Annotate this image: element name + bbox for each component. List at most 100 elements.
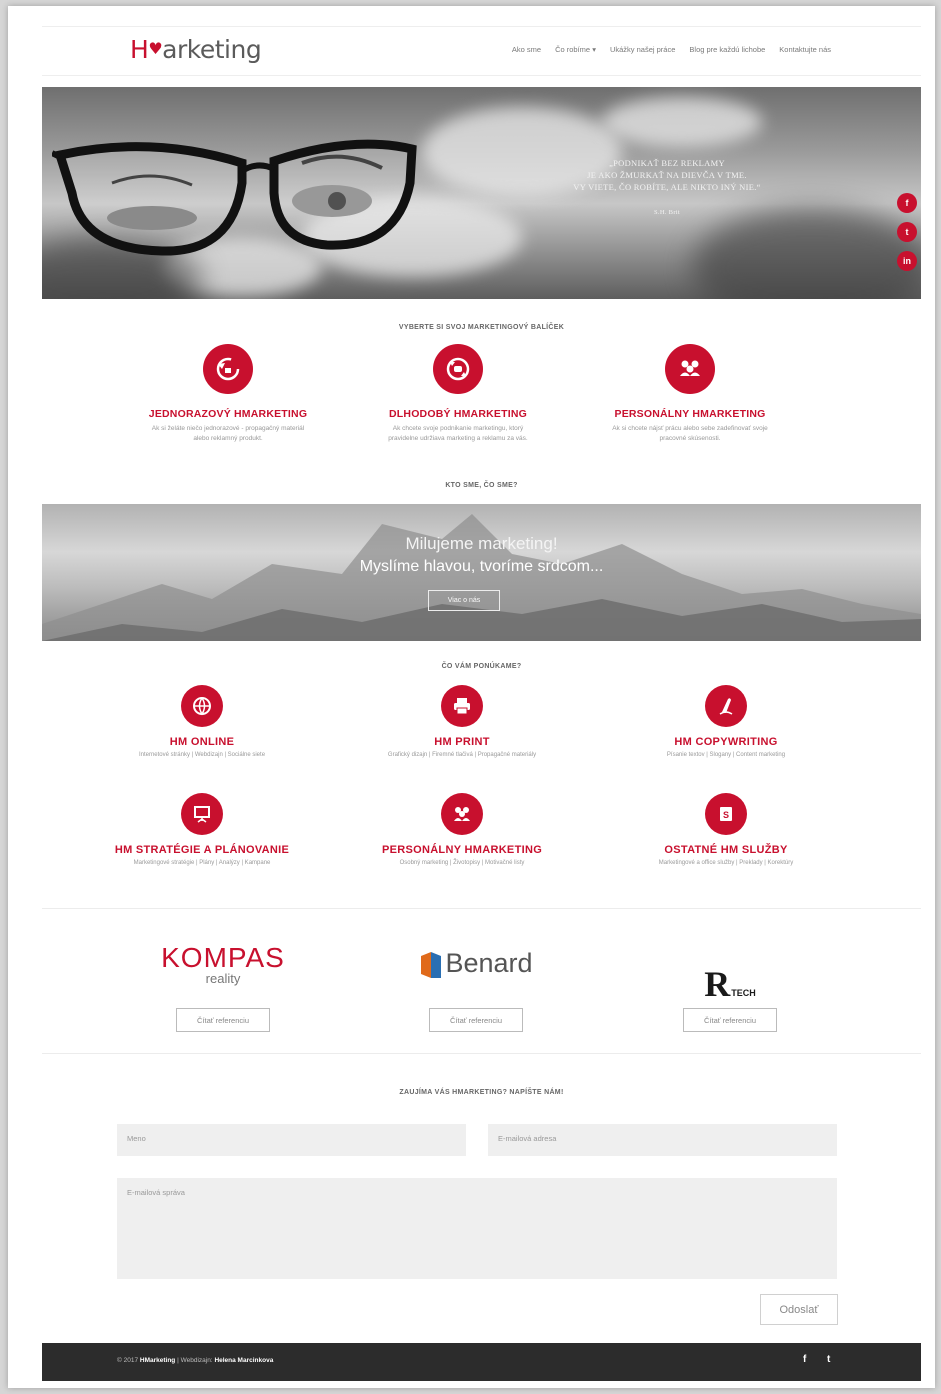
- packages-heading: VYBERTE SI SVOJ MARKETINGOVÝ BALÍČEK: [398, 324, 565, 331]
- refresh-icon: [203, 344, 253, 394]
- benard-logo-text: Benard: [445, 948, 533, 978]
- page-inner: H♥arketing Ako sme Čo robíme ▾ Ukážky na…: [42, 6, 921, 1388]
- service-desc: Písanie textov | Slogany | Content marke…: [666, 752, 786, 758]
- cycle-icon: [433, 344, 483, 394]
- site-logo[interactable]: H♥arketing: [130, 35, 262, 64]
- package-title: JEDNORAZOVÝ HMARKETING: [148, 408, 308, 420]
- contact-heading: ZAUJÍMA VÁS HMARKETING? NAPÍŠTE NÁM!: [399, 1089, 564, 1096]
- service-card[interactable]: PERSONÁLNY HMARKETING Osobný marketing |…: [332, 793, 592, 866]
- presentation-icon: [181, 793, 223, 835]
- globe-icon: [181, 685, 223, 727]
- service-desc: Internetové stránky | Webdizajn | Sociál…: [138, 752, 266, 758]
- service-desc: Marketingové stratégie | Plány | Analýzy…: [133, 860, 271, 866]
- chevron-down-icon: ▾: [592, 45, 596, 54]
- client-card: R TECH Čítať referenciu: [630, 942, 830, 1032]
- service-title: HM STRATÉGIE A PLÁNOVANIE: [114, 844, 290, 856]
- service-title: HM COPYWRITING: [674, 736, 778, 748]
- package-desc: Ak si chcete nájsť prácu alebo sebe zade…: [612, 425, 768, 442]
- service-title: OSTATNÉ HM SLUŽBY: [664, 844, 788, 856]
- printer-icon: [441, 685, 483, 727]
- hero-banner: „Podnikať bez reklamy je ako žmurkať na …: [42, 87, 921, 299]
- rtech-logo-letter: R: [704, 964, 731, 1004]
- package-card[interactable]: JEDNORAZOVÝ HMARKETING Ak si želáte nieč…: [128, 344, 328, 444]
- read-reference-button[interactable]: Čítať referenciu: [176, 1008, 270, 1032]
- service-title: HM PRINT: [434, 736, 490, 748]
- footer-copyright: © 2017 HMarketing | Webdizajn: Helena Ma…: [117, 1357, 273, 1364]
- footer-separator: | Webdizajn:: [175, 1357, 215, 1364]
- about-more-button[interactable]: Viac o nás: [428, 590, 500, 611]
- service-card[interactable]: HM STRATÉGIE A PLÁNOVANIE Marketingové s…: [72, 793, 332, 866]
- divider: [42, 908, 921, 909]
- services-heading: ČO VÁM PONÚKAME?: [441, 663, 522, 670]
- service-card[interactable]: S OSTATNÉ HM SLUŽBY Marketingové a offic…: [596, 793, 856, 866]
- pen-icon: [705, 685, 747, 727]
- cloud-shadow: [692, 207, 921, 299]
- service-desc: Marketingové a office služby | Preklady …: [658, 860, 794, 866]
- logo-letter-h: H: [130, 35, 149, 64]
- about-line-1: Milujeme marketing!: [405, 534, 558, 553]
- facebook-icon[interactable]: f: [897, 193, 917, 213]
- package-card[interactable]: PERSONÁLNY HMARKETING Ak si chcete nájsť…: [590, 344, 790, 444]
- copyright-text: © 2017: [117, 1357, 140, 1364]
- service-card[interactable]: HM COPYWRITING Písanie textov | Slogany …: [596, 685, 856, 758]
- logo-text: arketing: [162, 35, 262, 64]
- divider: [42, 1053, 921, 1054]
- nav-item-portfolio[interactable]: Ukážky našej práce: [610, 45, 675, 54]
- package-desc: Ak chcete svoje podnikanie marketingu, k…: [388, 425, 528, 442]
- kompas-logo-text: KOMPAS: [161, 942, 285, 973]
- site-header: H♥arketing Ako sme Čo robíme ▾ Ukážky na…: [42, 26, 921, 76]
- name-field[interactable]: Meno: [117, 1124, 466, 1156]
- hero-quote: „Podnikať bez reklamy je ako žmurkať na …: [542, 157, 792, 219]
- twitter-icon[interactable]: t: [827, 1354, 830, 1365]
- read-reference-button[interactable]: Čítať referenciu: [429, 1008, 523, 1032]
- service-title: HM ONLINE: [169, 736, 235, 748]
- service-card[interactable]: HM ONLINE Internetové stránky | Webdizaj…: [72, 685, 332, 758]
- about-heading: KTO SME, ČO SME?: [445, 482, 518, 489]
- service-desc: Grafický dizajn | Firemné tlačivá | Prop…: [387, 752, 537, 758]
- nav-item-services-label: Čo robíme: [555, 45, 591, 54]
- kompas-logo-sub: reality: [205, 971, 241, 986]
- twitter-icon[interactable]: t: [897, 222, 917, 242]
- about-banner: Milujeme marketing! Myslíme hlavou, tvor…: [42, 504, 921, 641]
- footer-designer[interactable]: Helena Marcinkova: [214, 1357, 273, 1364]
- service-title: PERSONÁLNY HMARKETING: [381, 844, 543, 856]
- page: H♥arketing Ako sme Čo robíme ▾ Ukážky na…: [8, 6, 935, 1388]
- office-icon: S: [705, 793, 747, 835]
- read-reference-button[interactable]: Čítať referenciu: [683, 1008, 777, 1032]
- cloud-shape: [602, 97, 762, 147]
- footer-brand[interactable]: HMarketing: [140, 1357, 175, 1364]
- package-title: PERSONÁLNY HMARKETING: [614, 408, 766, 420]
- hero-social-links: f t in: [897, 193, 917, 271]
- client-logo-rtech: R TECH: [630, 942, 830, 1008]
- submit-button[interactable]: Odoslať: [760, 1294, 838, 1325]
- people-icon: [665, 344, 715, 394]
- svg-text:S: S: [723, 810, 729, 820]
- main-nav: Ako sme Čo robíme ▾ Ukážky našej práce B…: [512, 45, 831, 54]
- service-card[interactable]: HM PRINT Grafický dizajn | Firemné tlači…: [332, 685, 592, 758]
- nav-item-blog[interactable]: Blog pre každú lichobe: [689, 45, 765, 54]
- facebook-icon[interactable]: f: [803, 1354, 806, 1365]
- nav-item-about[interactable]: Ako sme: [512, 45, 541, 54]
- linkedin-icon[interactable]: in: [897, 251, 917, 271]
- quote-line: je ako žmurkať na dievča v tme.: [587, 170, 747, 180]
- package-desc: Ak si želáte niečo jednorazové - propaga…: [151, 425, 305, 442]
- nav-item-contact[interactable]: Kontaktujte nás: [779, 45, 831, 54]
- heart-icon: ♥: [148, 39, 163, 58]
- client-card: KOMPAS reality Čítať referenciu: [123, 942, 323, 1032]
- quote-line: „Podnikať bez reklamy: [609, 158, 725, 168]
- service-desc: Osobný marketing | Životopisy | Motivačn…: [399, 860, 525, 866]
- quote-line: Vy viete, čo robíte, ale nikto iný nie.“: [573, 182, 761, 192]
- package-title: DLHODOBÝ HMARKETING: [389, 408, 527, 420]
- package-card[interactable]: DLHODOBÝ HMARKETING Ak chcete svoje podn…: [358, 344, 558, 444]
- client-logo-kompas: KOMPAS reality: [123, 942, 323, 1008]
- client-card: Benard Čítať referenciu: [376, 942, 576, 1032]
- site-footer: © 2017 HMarketing | Webdizajn: Helena Ma…: [42, 1343, 921, 1381]
- about-line-2: Myslíme hlavou, tvoríme srdcom...: [359, 558, 604, 575]
- people-icon: [441, 793, 483, 835]
- glasses-image: [52, 139, 417, 256]
- nav-item-services[interactable]: Čo robíme ▾: [555, 45, 596, 54]
- client-logo-benard: Benard: [376, 942, 576, 1008]
- message-field[interactable]: E-mailová správa: [117, 1178, 837, 1279]
- rtech-logo-sub: TECH: [731, 988, 756, 998]
- email-field[interactable]: E-mailová adresa: [488, 1124, 837, 1156]
